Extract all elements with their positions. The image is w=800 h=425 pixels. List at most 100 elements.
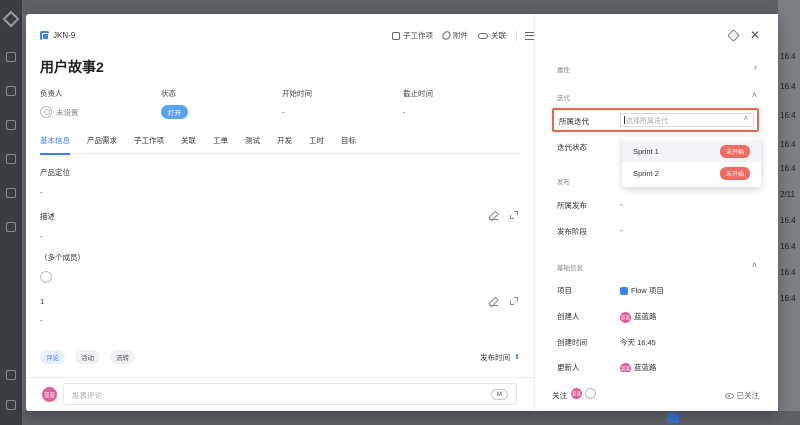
project-value: Flow 项目 — [631, 286, 664, 295]
description-value: - — [40, 232, 43, 241]
page-button[interactable] — [667, 413, 679, 423]
paperclip-icon — [440, 29, 453, 42]
home-icon[interactable] — [6, 52, 16, 62]
app-pagination-bar — [22, 411, 800, 425]
status-prop[interactable]: 状态 打开 — [161, 88, 188, 119]
section-attributes[interactable]: 属性 › — [557, 62, 757, 74]
pin-icon[interactable] — [727, 29, 740, 42]
comment-input[interactable]: 发表评论 M — [63, 383, 517, 405]
issue-title[interactable]: 用户故事2 — [40, 57, 104, 77]
tab-testing[interactable]: 测试 — [245, 132, 260, 154]
doc-icon[interactable] — [6, 188, 16, 198]
end-time-value: - — [403, 107, 406, 117]
created-time-value: 今天 16:45 — [620, 338, 656, 347]
tab-tickets[interactable]: 工单 — [213, 132, 228, 154]
chip-transitions[interactable]: 流转 — [110, 350, 135, 364]
status-badge[interactable]: 打开 — [161, 105, 188, 119]
expand-icon[interactable] — [510, 297, 518, 305]
assignee-value: 未设置 — [56, 107, 79, 117]
section-basic-info[interactable]: 基础信息 ˄ — [557, 260, 757, 272]
grid-icon[interactable] — [6, 86, 16, 96]
activity-filter-bar: 评论 活动 流转 发布时间 ⬍ — [40, 350, 520, 364]
section-iteration[interactable]: 迭代 ˄ — [557, 90, 757, 102]
mention-button[interactable]: M — [490, 389, 508, 400]
created-time-label: 创建时间 — [557, 338, 587, 347]
chip-comments[interactable]: 评论 — [40, 350, 65, 364]
avatar: 蓝蓝 — [42, 387, 57, 402]
bg-cell: 16:4 — [780, 82, 796, 91]
members-label: （多个成员） — [40, 253, 85, 262]
bg-cell: 16:4 — [780, 140, 796, 149]
bg-cell: 2/11 — [780, 190, 795, 199]
issue-key: JKN-9 — [40, 31, 75, 40]
expand-icon[interactable] — [510, 211, 518, 219]
created-time-row[interactable]: 创建时间 今天 16:45 — [557, 337, 757, 348]
release-row[interactable]: 所属发布 - — [557, 200, 757, 211]
project-row[interactable]: 项目 Flow 项目 — [557, 285, 757, 296]
followed-label: 已关注 — [736, 391, 760, 400]
description-field[interactable]: 描述 - — [40, 211, 520, 241]
iteration-select[interactable]: 选择所属迭代 ˄ — [620, 113, 754, 127]
option-name: Sprint 2 — [633, 169, 659, 178]
sort-by-release-time[interactable]: 发布时间 ⬍ — [480, 352, 520, 363]
tab-basic-info[interactable]: 基本信息 — [40, 132, 70, 155]
subtask-button[interactable]: 子工作项 — [392, 30, 433, 41]
tab-development[interactable]: 开发 — [277, 132, 292, 154]
dropdown-option-sprint-1[interactable]: Sprint 1 未开始 — [622, 140, 761, 162]
iteration-placeholder: 选择所属迭代 — [626, 118, 668, 125]
sort-asc-icon[interactable]: ⬍ — [514, 353, 520, 361]
chevron-up-icon[interactable]: ˄ — [752, 90, 757, 100]
collapse-icon[interactable] — [6, 400, 16, 410]
bg-cell: 16:4 — [780, 294, 796, 303]
edit-icon[interactable] — [489, 211, 498, 220]
end-time-prop[interactable]: 截止时间 - — [403, 88, 433, 119]
more-menu-icon[interactable] — [525, 31, 534, 40]
chart-icon[interactable] — [6, 222, 16, 232]
edit-icon[interactable] — [489, 297, 498, 306]
user-icon[interactable] — [6, 154, 16, 164]
chevron-right-icon[interactable]: › — [754, 62, 757, 72]
chevron-up-icon[interactable]: ˄ — [752, 260, 757, 270]
field-one[interactable]: 1 - — [40, 297, 520, 325]
issue-tabs: 基本信息 产品需求 子工作项 关联 工单 测试 开发 工时 目标 — [40, 132, 520, 155]
link-button[interactable]: 关联 — [478, 30, 506, 41]
empty-avatar-icon[interactable] — [40, 271, 52, 283]
tab-goals[interactable]: 目标 — [341, 132, 356, 154]
bg-cell: 16:4 — [780, 164, 796, 173]
project-icon — [620, 287, 628, 296]
toolbar-divider — [516, 30, 517, 41]
dropdown-option-sprint-2[interactable]: Sprint 2 未开始 — [622, 162, 761, 184]
folder-icon[interactable] — [6, 120, 16, 130]
iteration-field-highlight: 所属迭代 选择所属迭代 ˄ — [552, 108, 759, 132]
settings-icon[interactable] — [6, 370, 16, 380]
tab-worklog[interactable]: 工时 — [309, 132, 324, 154]
chip-activity[interactable]: 活动 — [75, 350, 100, 364]
updater-value: 蓝蓝路 — [634, 363, 657, 372]
followed-toggle[interactable]: 已关注 — [724, 390, 760, 401]
positioning-field[interactable]: 产品定位 - — [40, 167, 520, 197]
app-topbar — [22, 0, 778, 14]
assignee-prop[interactable]: 负责人 未设置 — [40, 88, 79, 119]
bg-cell: 16:4 — [780, 52, 796, 61]
iteration-label: 所属迭代 — [559, 117, 589, 126]
release-stage-label: 发布阶段 — [557, 227, 587, 236]
add-follower-icon[interactable] — [585, 388, 596, 399]
members-field[interactable]: （多个成员） — [40, 252, 520, 283]
status-badge: 未开始 — [719, 145, 750, 158]
start-time-prop[interactable]: 开始时间 - — [282, 88, 312, 119]
creator-row[interactable]: 创建人 蓝蓝 蓝蓝路 — [557, 311, 757, 323]
follow-label: 关注 — [552, 391, 567, 400]
close-icon[interactable]: ✕ — [750, 28, 760, 42]
avatar: 蓝蓝 — [571, 388, 582, 399]
updater-row[interactable]: 更新人 蓝蓝 蓝蓝路 — [557, 362, 757, 372]
link-label: 关联 — [491, 31, 506, 40]
subtask-label: 子工作项 — [403, 31, 433, 40]
tab-subtasks[interactable]: 子工作项 — [134, 132, 164, 154]
release-stage-row[interactable]: 发布阶段 - — [557, 226, 757, 237]
field-one-label: 1 — [40, 297, 45, 306]
tab-links[interactable]: 关联 — [181, 132, 196, 154]
tab-product-requirements[interactable]: 产品需求 — [87, 132, 117, 154]
issue-side-pane: ✕ 属性 › 迭代 ˄ 所属迭代 选择所属迭代 ˄ 迭代状态 发布 所属发布 - — [534, 14, 778, 411]
assignee-label: 负责人 — [40, 89, 63, 98]
attachment-button[interactable]: 附件 — [440, 29, 468, 42]
